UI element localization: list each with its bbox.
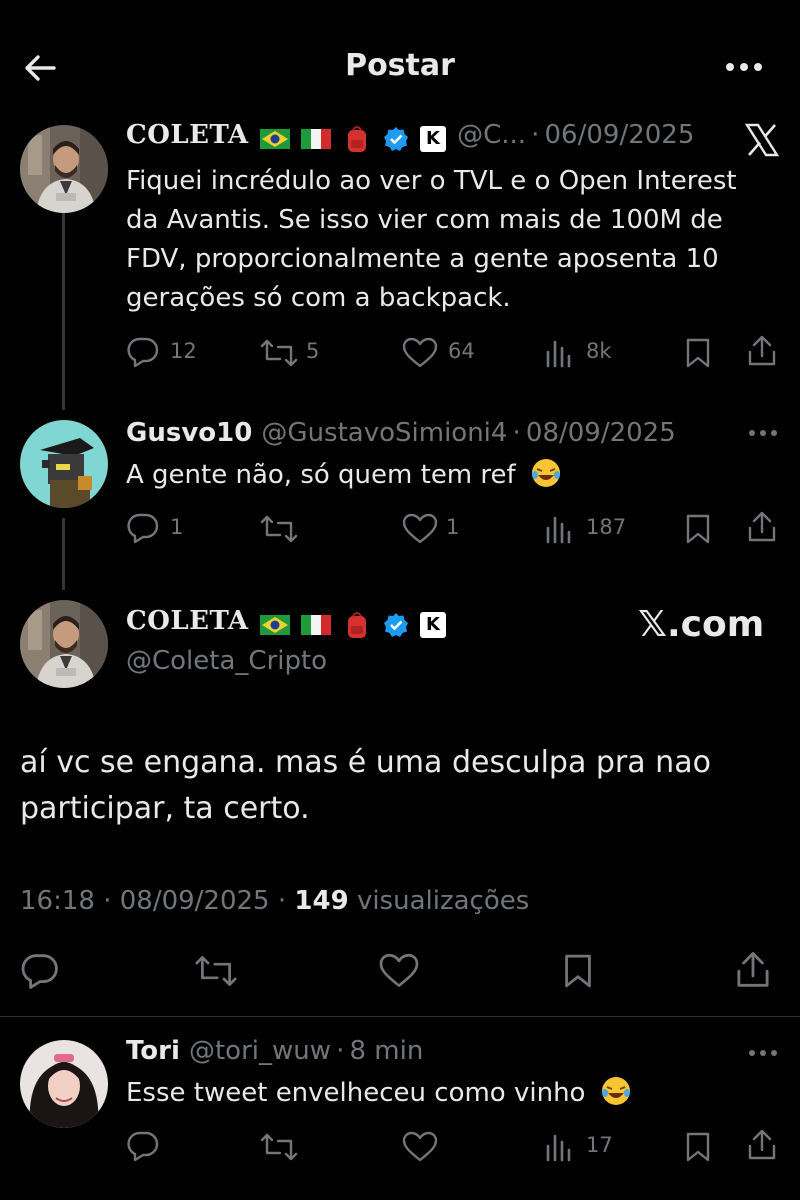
more-options-icon[interactable] <box>748 1046 778 1060</box>
reply-icon[interactable] <box>126 336 160 368</box>
tweet-date[interactable]: 08/09/2025 <box>120 886 270 916</box>
main-tweet-text: aí vc se engana. mas é uma desculpa pra … <box>20 745 711 826</box>
views-count: 8k <box>586 339 612 363</box>
author-handle[interactable]: @tori_wuw <box>189 1036 331 1066</box>
like-icon[interactable] <box>402 1131 438 1163</box>
tweet-date[interactable]: 06/09/2025 <box>545 120 695 150</box>
tweet-text: Esse tweet envelheceu como vinho <box>126 1074 632 1113</box>
author-handle[interactable]: @Coleta_Cripto <box>126 646 327 676</box>
thread-connector <box>62 518 65 590</box>
tweet-actions: 1 1 187 <box>126 510 786 546</box>
backpack-icon <box>347 125 366 152</box>
laughing-emoji-icon <box>531 459 560 487</box>
views-count: 149 <box>294 886 349 916</box>
reply-count: 12 <box>170 339 197 363</box>
reply-icon[interactable] <box>126 1130 160 1162</box>
more-options-icon[interactable] <box>748 426 778 440</box>
main-author: COLETA K <box>126 606 447 640</box>
bookmark-icon[interactable] <box>684 337 712 369</box>
bookmark-icon[interactable] <box>684 1131 712 1163</box>
views-count: 17 <box>586 1133 613 1157</box>
author-handle[interactable]: @GustavoSimioni4 <box>261 418 507 448</box>
bookmark-icon[interactable] <box>684 513 712 545</box>
x-watermark: 𝕏.com <box>638 604 765 645</box>
tweet-actions: 17 <box>126 1128 786 1164</box>
repost-count: 5 <box>306 339 320 363</box>
views-count: 187 <box>586 515 627 539</box>
brazil-flag-icon <box>259 128 290 149</box>
tweet-actions: 12 5 64 8k <box>126 334 786 370</box>
tweet-text: A gente não, só quem tem ref <box>126 456 562 495</box>
reply-count: 1 <box>170 515 184 539</box>
tweet-header: Gusvo10 @GustavoSimioni4 · 08/09/2025 <box>126 418 676 448</box>
tweet-header: COLETA K @C... · 06/09/2025 <box>126 120 694 154</box>
brazil-flag-icon <box>259 614 290 635</box>
tweet-text: Fiquei incrédulo ao ver o TVL e o Open I… <box>126 166 737 313</box>
author-name[interactable]: COLETA <box>126 606 249 636</box>
affiliate-badge-icon: K <box>420 125 447 152</box>
italy-flag-icon <box>300 128 331 149</box>
thread-connector <box>62 212 65 410</box>
laughing-emoji-icon <box>601 1077 630 1105</box>
verified-badge-icon <box>383 612 408 637</box>
views-icon[interactable] <box>544 338 574 368</box>
repost-icon[interactable] <box>194 954 238 988</box>
repost-icon[interactable] <box>260 338 298 368</box>
affiliate-badge-icon: K <box>420 611 447 638</box>
avatar[interactable] <box>20 125 108 213</box>
like-icon[interactable] <box>402 337 438 369</box>
bookmark-icon[interactable] <box>562 952 594 990</box>
page-title: Postar <box>345 48 455 83</box>
repost-icon[interactable] <box>260 1132 298 1162</box>
share-icon[interactable] <box>746 510 778 544</box>
author-handle[interactable]: @C... <box>457 120 526 150</box>
tweet-timestamp: 16:18 · 08/09/2025 · 149 visualizações <box>20 886 530 916</box>
avatar[interactable] <box>20 1040 108 1128</box>
author-name[interactable]: COLETA <box>126 120 249 150</box>
italy-flag-icon <box>300 614 331 635</box>
tweet-header: Tori @tori_wuw · 8 min <box>126 1036 424 1066</box>
reply-icon[interactable] <box>20 952 60 990</box>
x-logo-icon <box>744 123 780 157</box>
main-actions <box>20 950 780 992</box>
more-options-icon[interactable] <box>724 50 764 84</box>
views-label: visualizações <box>356 886 530 916</box>
repost-icon[interactable] <box>260 514 298 544</box>
tweet-time[interactable]: 16:18 <box>20 886 95 916</box>
like-count: 64 <box>448 339 475 363</box>
avatar[interactable] <box>20 420 108 508</box>
share-icon[interactable] <box>734 950 772 990</box>
like-count: 1 <box>446 515 460 539</box>
avatar[interactable] <box>20 600 108 688</box>
backpack-icon <box>347 611 366 638</box>
share-icon[interactable] <box>746 1128 778 1162</box>
author-name[interactable]: Tori <box>126 1036 180 1066</box>
tweet-date[interactable]: 08/09/2025 <box>526 418 676 448</box>
views-icon[interactable] <box>544 1132 574 1162</box>
tweet-date[interactable]: 8 min <box>349 1036 423 1066</box>
divider <box>0 1016 800 1017</box>
views-icon[interactable] <box>544 514 574 544</box>
verified-badge-icon <box>383 126 408 151</box>
like-icon[interactable] <box>402 513 438 545</box>
share-icon[interactable] <box>746 334 778 368</box>
reply-icon[interactable] <box>126 512 160 544</box>
author-name[interactable]: Gusvo10 <box>126 418 252 448</box>
like-icon[interactable] <box>378 953 420 989</box>
